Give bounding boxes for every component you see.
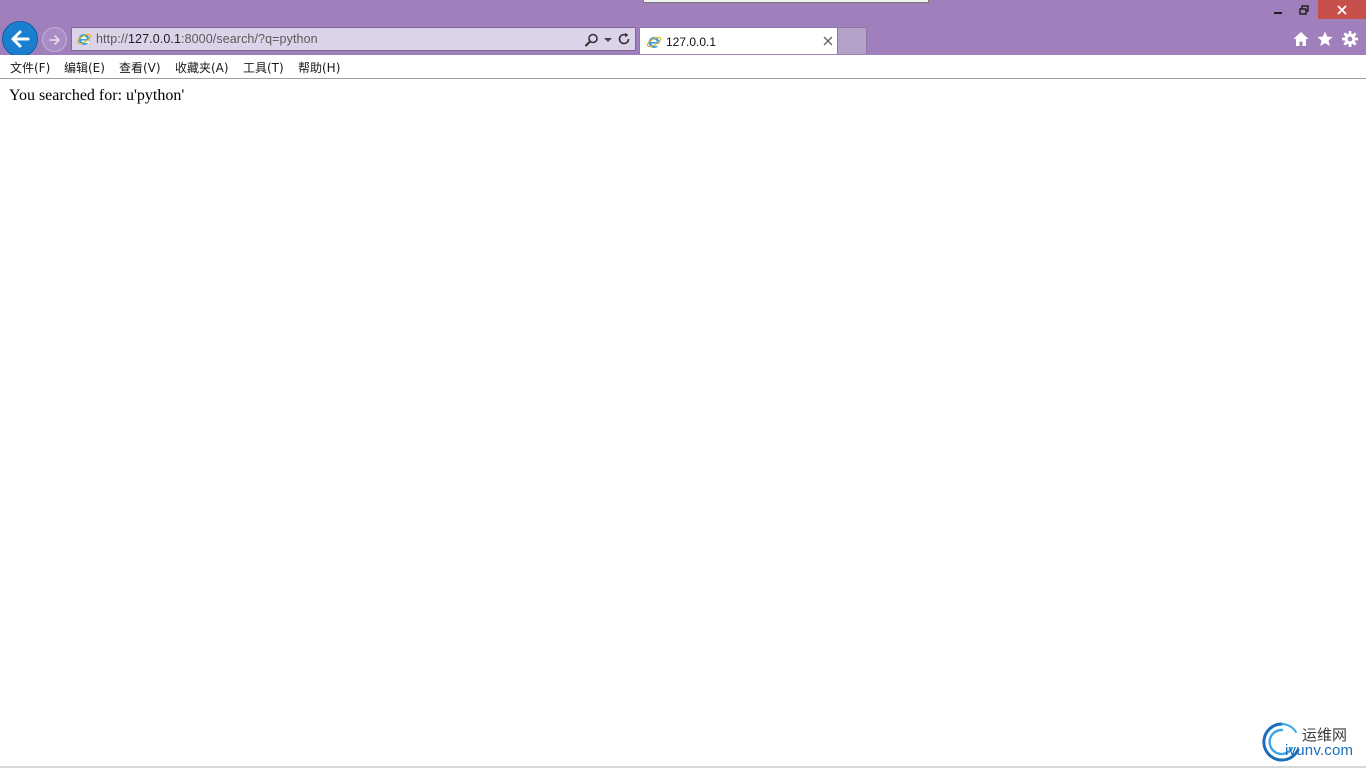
restore-button[interactable]: [1291, 0, 1317, 19]
ie-page-icon: [76, 33, 92, 45]
menu-view[interactable]: 查看(V): [117, 59, 163, 76]
url-text[interactable]: http://127.0.0.1:8000/search/?q=python: [96, 32, 318, 46]
back-arrow-icon: [11, 30, 30, 48]
caption-tab: [643, 0, 929, 3]
browser-window: http://127.0.0.1:8000/search/?q=python 1…: [0, 0, 1366, 768]
menu-edit[interactable]: 编辑(E): [62, 59, 107, 76]
close-icon: [1337, 4, 1347, 15]
search-result-text: You searched for: u'python': [9, 87, 185, 104]
watermark-en-text: iyunv.com: [1285, 742, 1354, 759]
page-content: You searched for: u'python': [0, 79, 1366, 768]
url-rest: :8000/search/?q=python: [181, 32, 318, 46]
menu-favorites[interactable]: 收藏夹(A): [173, 59, 231, 76]
refresh-icon[interactable]: [616, 31, 632, 47]
forward-arrow-icon: [48, 34, 60, 45]
new-tab-button[interactable]: [838, 27, 867, 54]
forward-button[interactable]: [42, 27, 67, 52]
tab-title: 127.0.0.1: [666, 35, 717, 49]
search-icon[interactable]: [584, 32, 600, 48]
url-host: 127.0.0.1: [127, 32, 181, 46]
minimize-icon: [1274, 11, 1282, 14]
tab-close-icon[interactable]: [821, 34, 835, 48]
url-scheme: http://: [96, 32, 128, 46]
back-button[interactable]: [2, 21, 38, 57]
chevron-down-icon[interactable]: [603, 33, 613, 47]
menu-help[interactable]: 帮助(H): [296, 59, 342, 76]
home-icon[interactable]: [1292, 30, 1310, 48]
star-icon[interactable]: [1316, 30, 1334, 48]
tab-127-0-0-1[interactable]: 127.0.0.1: [639, 27, 838, 54]
ie-page-icon: [646, 36, 662, 48]
gear-icon[interactable]: [1341, 30, 1359, 48]
browser-frame: http://127.0.0.1:8000/search/?q=python 1…: [0, 0, 1366, 57]
minimize-button[interactable]: [1265, 0, 1291, 19]
menu-bar: 文件(F) 编辑(E) 查看(V) 收藏夹(A) 工具(T) 帮助(H): [0, 55, 1366, 79]
menu-file[interactable]: 文件(F): [8, 59, 52, 76]
watermark: 运维网 iyunv.com: [1260, 720, 1364, 764]
close-window-button[interactable]: [1318, 0, 1366, 19]
restore-icon: [1299, 4, 1309, 15]
address-bar[interactable]: http://127.0.0.1:8000/search/?q=python: [71, 27, 636, 51]
menu-tools[interactable]: 工具(T): [241, 59, 286, 76]
